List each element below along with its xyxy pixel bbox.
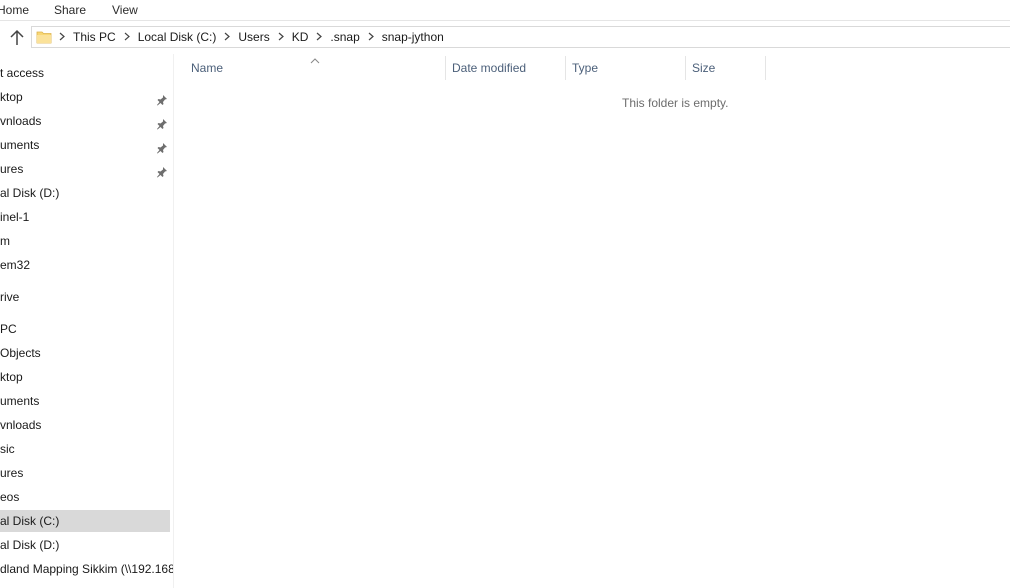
nav-item[interactable]: ktop — [0, 86, 170, 108]
nav-item-label: PC — [0, 322, 17, 336]
column-divider[interactable] — [685, 56, 686, 80]
column-divider[interactable] — [445, 56, 446, 80]
nav-item[interactable]: ures — [0, 462, 170, 484]
breadcrumb-item[interactable]: KD — [289, 30, 312, 44]
nav-item-label: t access — [0, 66, 45, 80]
nav-item[interactable]: uments — [0, 390, 170, 412]
breadcrumb-item[interactable]: Local Disk (C:) — [135, 30, 220, 44]
file-list: Name Date modified Type Size This folder… — [174, 54, 1010, 588]
nav-item-label: Objects — [0, 346, 41, 360]
breadcrumb: This PC Local Disk (C:) Users KD .snap snap-j… — [54, 27, 447, 47]
nav-item-label: ures — [0, 162, 24, 176]
nav-item-label: ktop — [0, 90, 23, 104]
pin-icon[interactable] — [156, 139, 168, 154]
nav-item-label: em32 — [0, 258, 31, 272]
nav-item-label: al Disk (D:) — [0, 538, 60, 552]
column-divider[interactable] — [565, 56, 566, 80]
breadcrumb-item[interactable]: This PC — [70, 30, 119, 44]
nav-item[interactable]: al Disk (D:) — [0, 182, 170, 204]
column-divider[interactable] — [765, 56, 766, 80]
nav-item-label: vnloads — [0, 418, 42, 432]
chevron-right-icon[interactable] — [274, 32, 288, 43]
breadcrumb-item[interactable]: Users — [235, 30, 272, 44]
nav-item[interactable]: PC — [0, 318, 170, 340]
breadcrumb-item[interactable]: .snap — [327, 30, 362, 44]
column-header-date-modified[interactable]: Date modified — [452, 54, 526, 82]
chevron-right-icon[interactable] — [120, 32, 134, 43]
address-row: This PC Local Disk (C:) Users KD .snap snap-j… — [0, 21, 1010, 54]
column-header-type[interactable]: Type — [572, 54, 598, 82]
nav-item[interactable]: m — [0, 230, 170, 252]
ribbon-tabs: Home Share View — [0, 0, 1010, 21]
nav-item[interactable]: sic — [0, 438, 170, 460]
nav-item-label: vnloads — [0, 114, 42, 128]
pin-icon[interactable] — [156, 163, 168, 178]
nav-item-label: al Disk (C:) — [0, 514, 60, 528]
tab-view[interactable]: View — [112, 2, 138, 18]
nav-item[interactable]: rive — [0, 286, 170, 308]
chevron-right-icon[interactable] — [364, 32, 378, 43]
nav-item[interactable]: em32 — [0, 254, 170, 276]
nav-item-label: rive — [0, 290, 20, 304]
empty-folder-message: This folder is empty. — [622, 96, 729, 110]
nav-item-label: eos — [0, 490, 20, 504]
up-arrow-icon[interactable] — [7, 29, 27, 47]
column-header-size[interactable]: Size — [692, 54, 715, 82]
nav-item[interactable]: inel-1 — [0, 206, 170, 228]
nav-item[interactable]: vnloads — [0, 414, 170, 436]
column-header-name[interactable]: Name — [191, 54, 223, 82]
tab-share[interactable]: Share — [54, 2, 86, 18]
nav-item[interactable]: ktop — [0, 366, 170, 388]
nav-item[interactable]: ures — [0, 158, 170, 180]
chevron-right-icon[interactable] — [55, 32, 69, 43]
pin-icon[interactable] — [156, 91, 168, 106]
nav-item[interactable]: al Disk (C:) — [0, 510, 170, 532]
chevron-right-icon[interactable] — [312, 32, 326, 43]
nav-item-label: uments — [0, 394, 40, 408]
nav-item[interactable]: eos — [0, 486, 170, 508]
nav-item[interactable]: t access — [0, 62, 170, 84]
chevron-right-icon[interactable] — [220, 32, 234, 43]
nav-item-label: ures — [0, 466, 24, 480]
nav-item[interactable]: Objects — [0, 342, 170, 364]
sort-ascending-icon — [310, 54, 320, 64]
nav-item-label: m — [0, 234, 10, 248]
nav-item-label: al Disk (D:) — [0, 186, 60, 200]
nav-item-label: sic — [0, 442, 15, 456]
nav-item[interactable]: uments — [0, 134, 170, 156]
folder-icon — [36, 29, 52, 45]
tab-home[interactable]: Home — [0, 2, 29, 18]
nav-item-label: uments — [0, 138, 40, 152]
address-bar[interactable]: This PC Local Disk (C:) Users KD .snap snap-j… — [31, 26, 1010, 48]
nav-item-label: dland Mapping Sikkim (\\192.168. — [0, 562, 174, 576]
nav-item[interactable]: dland Mapping Sikkim (\\192.168. — [0, 558, 173, 580]
nav-item[interactable]: al Disk (D:) — [0, 534, 170, 556]
nav-item[interactable]: vnloads — [0, 110, 170, 132]
navigation-pane: t access ktop vnloads uments ures al Disk (D:… — [0, 54, 174, 588]
nav-item-label: ktop — [0, 370, 23, 384]
breadcrumb-item[interactable]: snap-jython — [379, 30, 447, 44]
nav-item-label: inel-1 — [0, 210, 30, 224]
pin-icon[interactable] — [156, 115, 168, 130]
